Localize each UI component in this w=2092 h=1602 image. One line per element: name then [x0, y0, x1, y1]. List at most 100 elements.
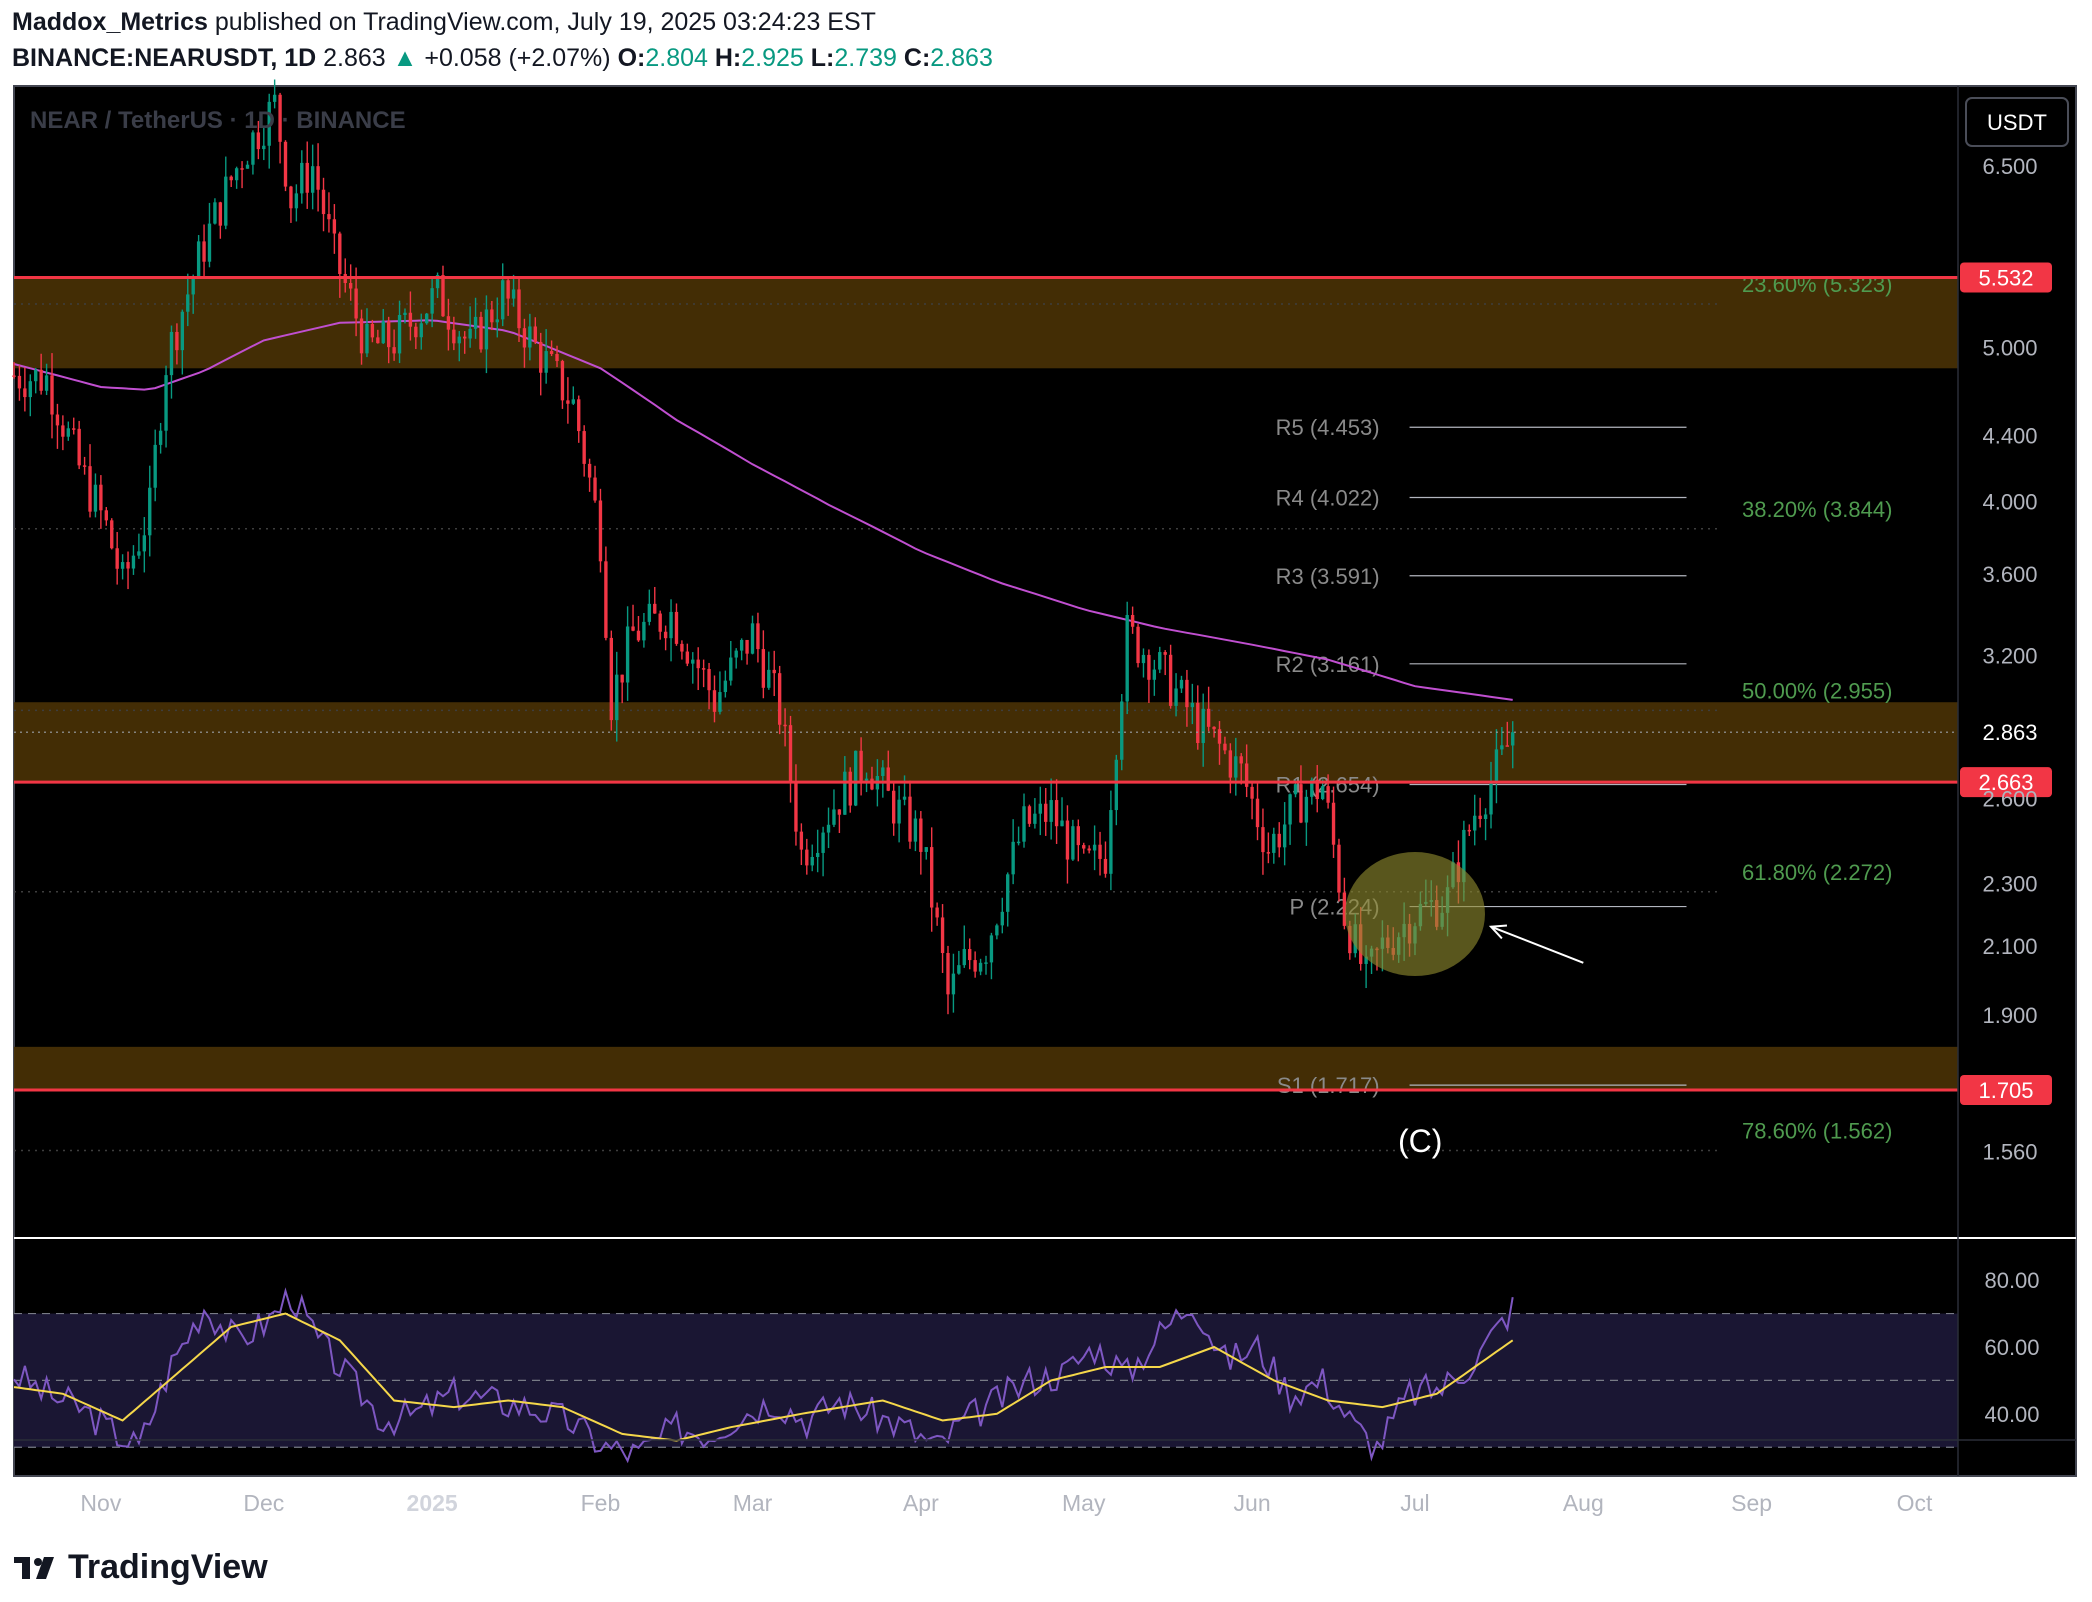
candle-body	[1473, 815, 1477, 831]
candle-body	[533, 326, 537, 342]
price-axis-tick: 2.300	[1982, 871, 2037, 896]
time-axis-tick: Aug	[1563, 1490, 1604, 1516]
candle-body	[1467, 829, 1471, 832]
candle-body	[240, 168, 244, 170]
pivot-label: R4 (4.022)	[1276, 486, 1380, 511]
candle-body	[169, 331, 174, 376]
candle-body	[511, 289, 516, 299]
currency-button[interactable]: USDT	[1965, 97, 2069, 147]
candle-body	[1261, 827, 1265, 853]
candle-body	[1016, 841, 1021, 844]
pivot-label: R5 (4.453)	[1276, 415, 1380, 440]
candle-body	[218, 202, 223, 226]
candle-body	[1201, 708, 1205, 744]
candle-body	[1120, 701, 1124, 760]
candle-body	[1033, 813, 1037, 824]
candle-body	[1179, 679, 1184, 689]
candle-body	[425, 313, 429, 324]
candle-body	[984, 962, 988, 964]
candle-body	[669, 611, 673, 639]
tradingview-logo-icon	[14, 1556, 54, 1579]
candle-body	[77, 428, 81, 466]
candle-body	[924, 847, 928, 852]
candle-body	[131, 555, 136, 569]
candle-body	[978, 962, 983, 972]
candle-body	[1500, 745, 1504, 750]
candle-body	[935, 907, 939, 918]
candle-body	[1288, 794, 1292, 825]
candle-body	[245, 164, 250, 169]
fib-level-label: 61.80% (2.272)	[1742, 860, 1892, 885]
candle-body	[951, 973, 956, 995]
candle-body	[729, 657, 733, 681]
candle-body	[1000, 911, 1004, 926]
candle-body	[44, 375, 49, 391]
price-axis-tick: 2.100	[1982, 934, 2037, 959]
wave-label-c: (C)	[1398, 1123, 1442, 1159]
candle-body	[1217, 729, 1222, 744]
candle-body	[1136, 626, 1140, 664]
candle-body	[348, 283, 353, 289]
candle-body	[870, 778, 874, 790]
tradingview-footer[interactable]: TradingView	[14, 1548, 268, 1587]
candle-body	[1071, 826, 1075, 860]
candle-body	[522, 328, 527, 348]
price-axis-tick: 1.560	[1982, 1139, 2037, 1164]
candle-body	[82, 465, 87, 467]
last-price-label: 2.863	[1982, 720, 2037, 745]
candle-body	[1266, 852, 1271, 854]
candle-body	[859, 750, 863, 781]
candle-body	[718, 692, 722, 712]
candle-body	[1060, 820, 1064, 827]
candle-body	[1054, 800, 1059, 827]
candle-body	[115, 548, 119, 569]
candle-body	[484, 309, 489, 350]
candle-body	[419, 323, 423, 338]
candle-body	[66, 428, 70, 437]
time-axis-tick: Dec	[243, 1490, 284, 1516]
candle-body	[501, 280, 505, 320]
candle-body	[365, 323, 369, 354]
candle-body	[772, 669, 776, 674]
supply-demand-zone	[14, 702, 1958, 783]
candle-body	[777, 673, 782, 725]
candle-body	[696, 659, 700, 669]
pivot-label: R2 (3.161)	[1276, 652, 1380, 677]
candle-body	[848, 771, 852, 806]
fib-level-label: 78.60% (1.562)	[1742, 1118, 1892, 1143]
candle-body	[1511, 732, 1515, 746]
candle-body	[549, 351, 554, 354]
price-chart[interactable]: 23.60% (5.323) 38.20% (3.844) 50.00% (2.95…	[0, 0, 2092, 1530]
candle-body	[321, 189, 326, 215]
supply-demand-zone	[14, 277, 1958, 369]
candle-body	[636, 630, 641, 641]
candle-body	[316, 166, 320, 190]
candle-body	[745, 639, 749, 654]
candle-body	[1489, 781, 1493, 815]
candle-body	[631, 626, 635, 631]
candle-body	[750, 623, 755, 654]
candle-body	[604, 561, 608, 638]
candle-body	[593, 477, 597, 501]
candle-body	[544, 351, 548, 373]
candle-body	[262, 145, 266, 150]
candle-body	[392, 347, 396, 354]
candle-body	[446, 316, 451, 330]
candle-body	[408, 312, 413, 327]
pivot-label: R3 (3.591)	[1276, 564, 1380, 589]
candle-body	[1174, 688, 1178, 706]
candle-body	[370, 323, 375, 338]
candle-body	[224, 176, 228, 226]
time-axis-tick: 2025	[407, 1490, 458, 1516]
candle-body	[1272, 833, 1276, 853]
candle-body	[902, 796, 907, 800]
candle-body	[473, 316, 478, 329]
candle-body	[843, 771, 847, 815]
candle-body	[739, 639, 744, 651]
candle-body	[1228, 750, 1233, 778]
candle-body	[1299, 784, 1303, 823]
candle-body	[1331, 802, 1336, 845]
candle-body	[832, 809, 836, 825]
candle-body	[430, 288, 434, 314]
candle-body	[1022, 806, 1026, 842]
